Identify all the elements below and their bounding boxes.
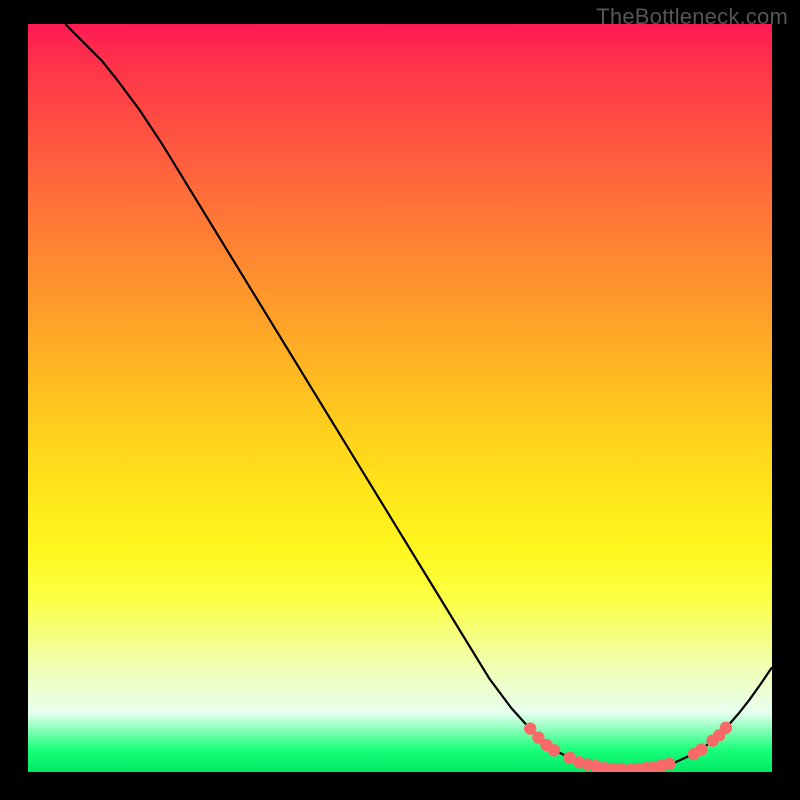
data-marker	[663, 758, 675, 770]
chart-overlay	[28, 24, 772, 772]
data-marker	[548, 744, 560, 756]
data-marker	[720, 722, 732, 734]
data-marker	[695, 743, 707, 755]
data-markers	[524, 722, 732, 772]
watermark-text: TheBottleneck.com	[596, 4, 788, 30]
plot-area	[28, 24, 772, 772]
bottleneck-curve	[65, 24, 772, 770]
